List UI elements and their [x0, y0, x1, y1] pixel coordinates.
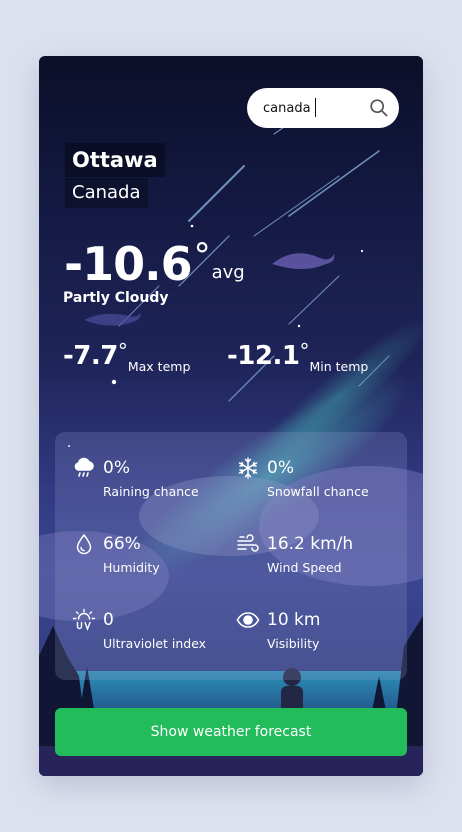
text-caret: [315, 98, 316, 117]
average-temperature: -10.6 ° avg: [64, 236, 245, 296]
max-temp-label: Max temp: [127, 359, 191, 374]
show-forecast-button[interactable]: Show weather forecast: [55, 708, 407, 756]
wind-value: 16.2 km/h: [267, 534, 354, 554]
humidity-value: 66%: [103, 534, 141, 554]
snow-label: Snowfall chance: [267, 484, 369, 499]
search-icon[interactable]: [369, 98, 389, 118]
uv-label: Ultraviolet index: [103, 636, 207, 651]
max-temp-value: -7.7: [63, 341, 118, 371]
uv-sun-icon: [72, 608, 96, 631]
humidity-label: Humidity: [103, 560, 160, 575]
min-temp-degree: °: [299, 339, 310, 363]
search-bar: [247, 88, 399, 128]
avg-temp-value: -10.6: [64, 237, 193, 291]
rain-value: 0%: [103, 458, 130, 478]
snowflake-icon: [238, 457, 258, 479]
country-name: Canada: [65, 178, 148, 208]
min-temperature: -12.1 ° Min temp: [227, 340, 368, 374]
avg-temp-degree: °: [193, 236, 211, 276]
avg-temp-label: avg: [211, 262, 245, 283]
weather-card: Ottawa Canada -10.6 ° avg Partly Cloudy …: [39, 56, 423, 776]
uv-value: 0: [103, 610, 114, 630]
rain-cloud-icon: [74, 457, 94, 477]
eye-icon: [236, 612, 260, 628]
search-input[interactable]: [263, 98, 359, 118]
max-temp-degree: °: [117, 339, 128, 363]
min-temp-label: Min temp: [309, 359, 369, 374]
visibility-value: 10 km: [267, 610, 321, 630]
snow-value: 0%: [267, 458, 294, 478]
weather-condition: Partly Cloudy: [63, 290, 169, 306]
wind-label: Wind Speed: [267, 560, 342, 575]
city-name: Ottawa: [65, 143, 165, 177]
max-temperature: -7.7 ° Max temp: [63, 340, 190, 374]
weather-stats-panel: 0% Raining chance 0% Snowfall chance 66%…: [55, 432, 407, 680]
wind-icon: [237, 534, 259, 552]
droplet-icon: [76, 534, 92, 555]
min-temp-value: -12.1: [227, 341, 300, 371]
rain-label: Raining chance: [103, 484, 199, 499]
visibility-label: Visibility: [267, 636, 320, 651]
